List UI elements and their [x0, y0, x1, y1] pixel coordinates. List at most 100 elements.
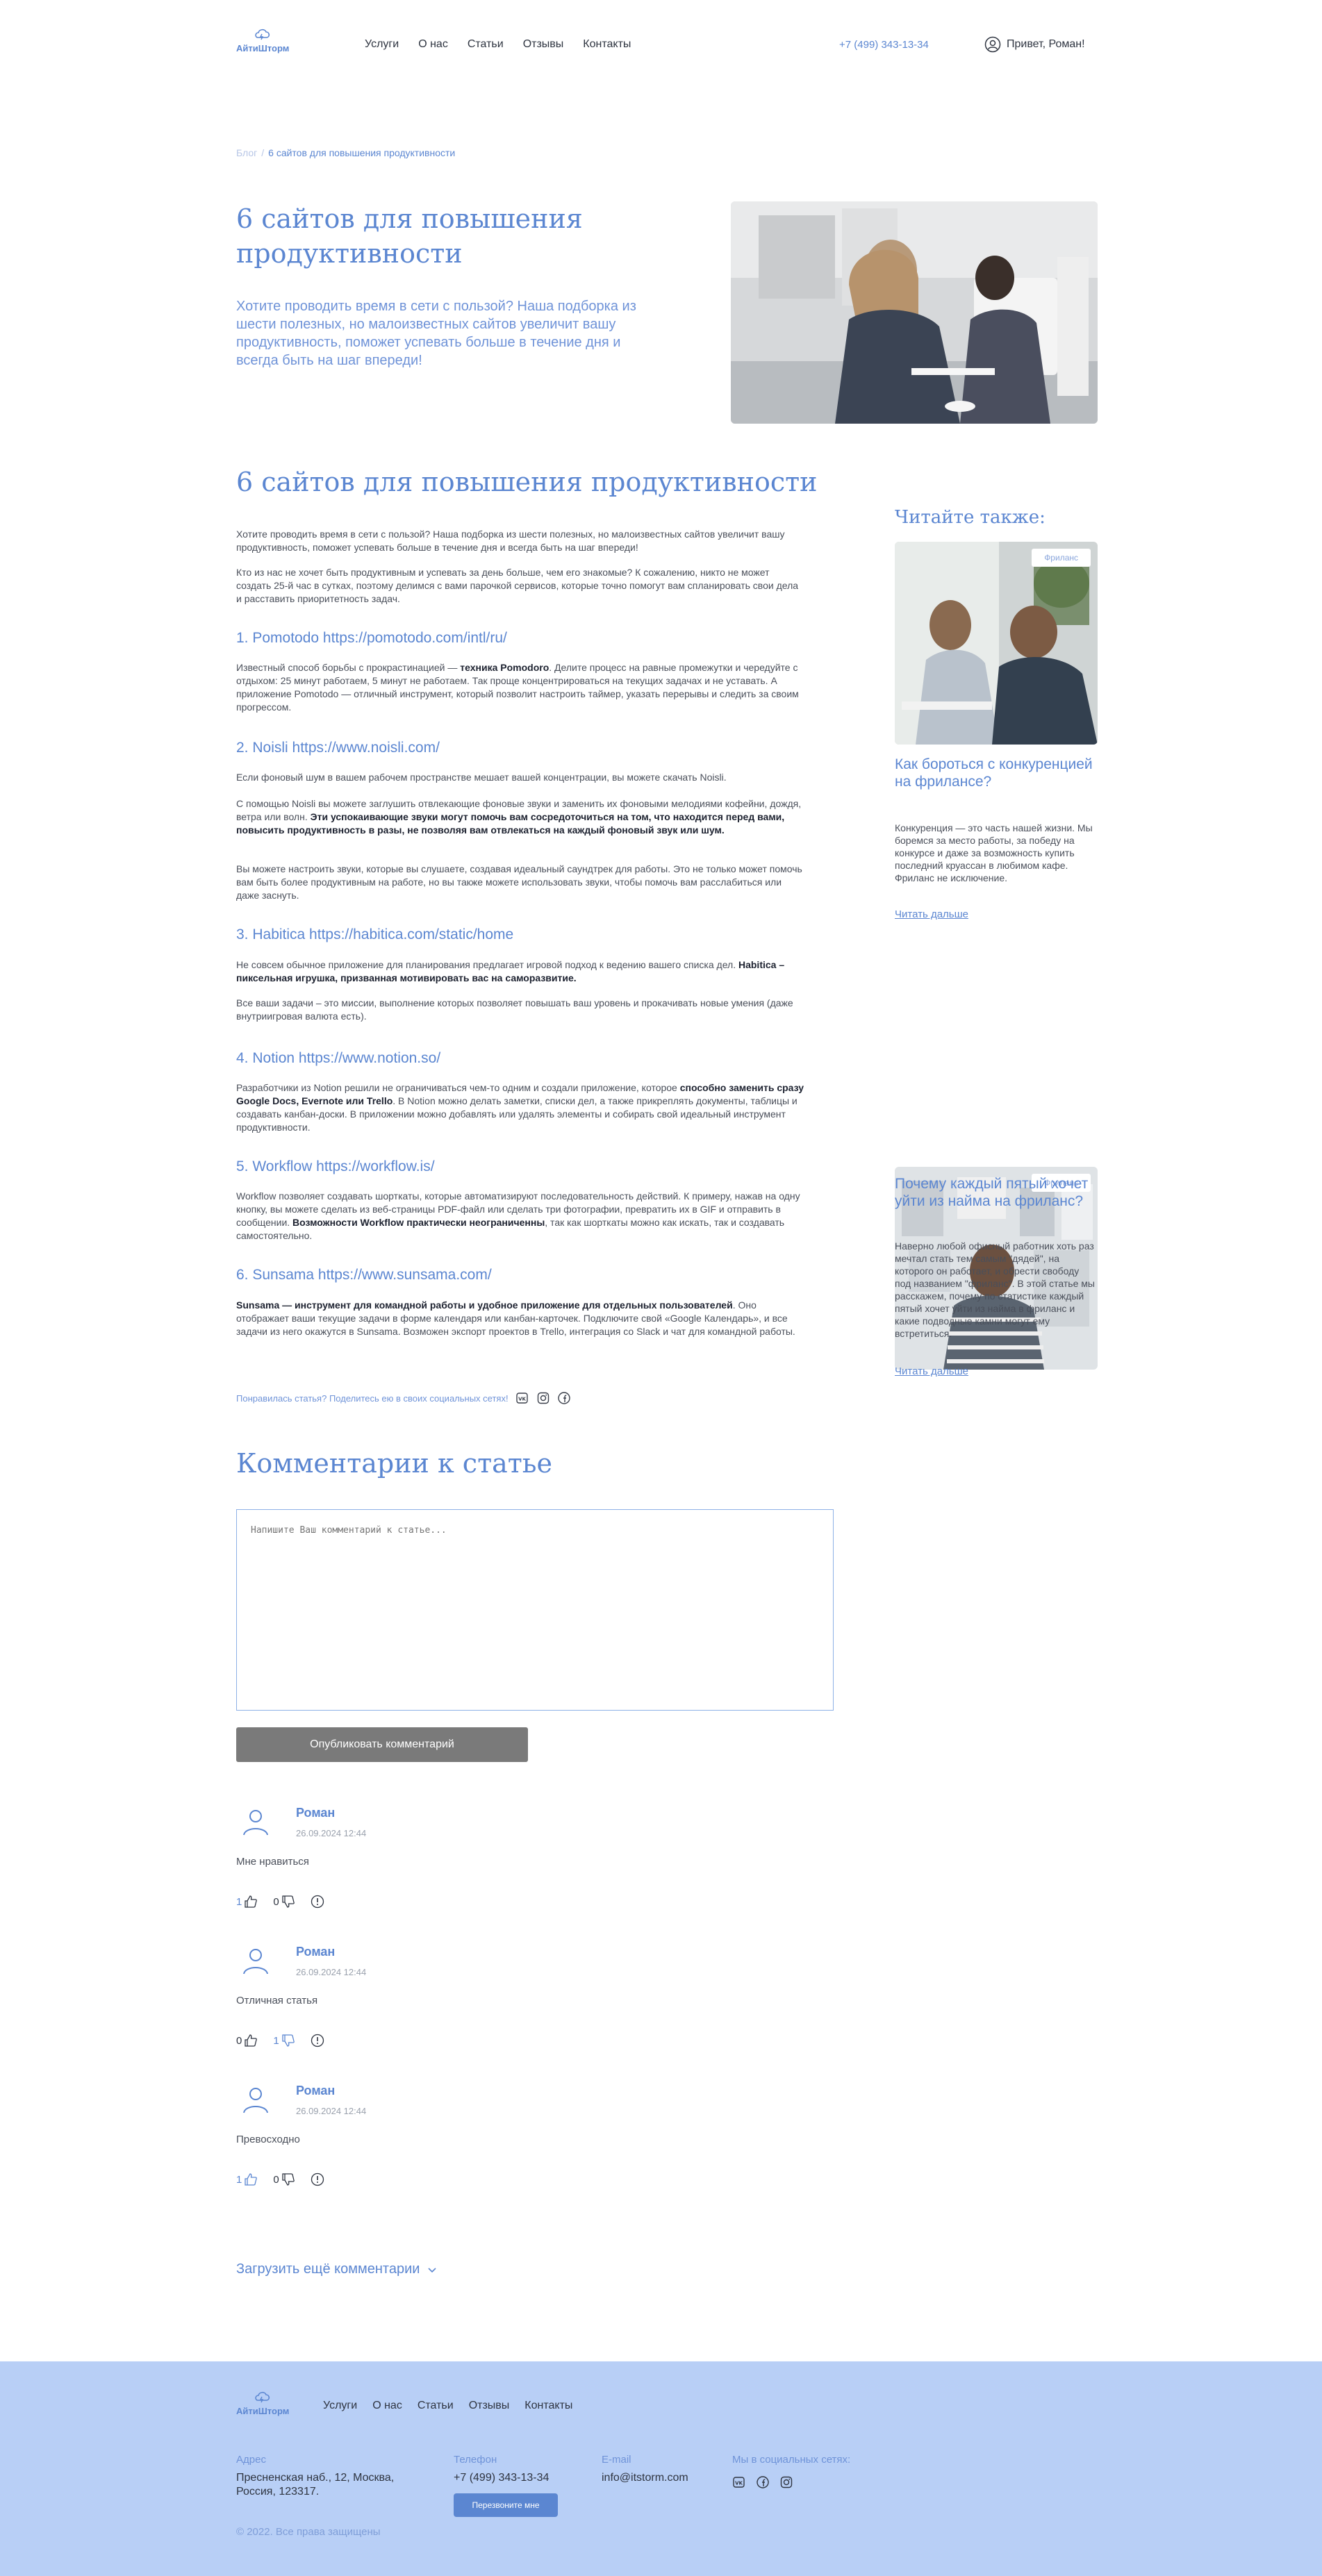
- user-icon: [984, 36, 1001, 53]
- section-1-text: Известный способ борьбы с прокрастинацие…: [236, 662, 799, 713]
- like-button[interactable]: 1: [236, 1895, 258, 1909]
- nav-reviews[interactable]: Отзывы: [523, 38, 564, 51]
- related-card-1-read-more[interactable]: Читать дальше: [895, 908, 968, 920]
- footer-nav-reviews[interactable]: Отзывы: [469, 2400, 510, 2412]
- logo-icon: [255, 2391, 270, 2403]
- social-label: Мы в социальных сетях:: [732, 2454, 851, 2466]
- phone-value[interactable]: +7 (499) 343-13-34: [454, 2471, 549, 2485]
- nav-contacts[interactable]: Контакты: [583, 38, 631, 51]
- breadcrumb: Блог/6 сайтов для повышения продуктивнос…: [236, 147, 456, 158]
- section-2-text-3: Вы можете настроить звуки, которые вы сл…: [236, 863, 802, 901]
- comment-actions: 1 0: [236, 2172, 324, 2186]
- related-card-2-text: Наверно любой офисный работник хоть раз …: [895, 1240, 1095, 1339]
- footer-social: VK: [732, 2475, 793, 2489]
- avatar-icon: [243, 2088, 268, 2113]
- instagram-icon[interactable]: [536, 1391, 550, 1405]
- dislike-button[interactable]: 0: [273, 2172, 295, 2186]
- section-6-text: Sunsama — инструмент для командной работ…: [236, 1299, 795, 1337]
- thumb-down-icon: [282, 2034, 295, 2047]
- comment-text: Превосходно: [236, 2134, 300, 2145]
- footer-nav: Услуги О нас Статьи Отзывы Контакты: [323, 2400, 572, 2412]
- footer-nav-about[interactable]: О нас: [372, 2400, 402, 2412]
- related-card-2-title[interactable]: Почему каждый пятый хочет уйти из найма …: [895, 1175, 1098, 1210]
- footer: АйтиШторм Услуги О нас Статьи Отзывы Кон…: [0, 2361, 1322, 2576]
- section-5-title: 5. Workflow https://workflow.is/: [236, 1158, 435, 1174]
- vk-icon[interactable]: VK: [732, 2475, 746, 2489]
- section-2-text-2: С помощью Noisli вы можете заглушить отв…: [236, 798, 802, 836]
- report-button[interactable]: [311, 2172, 324, 2186]
- comment-actions: 0 1: [236, 2034, 324, 2047]
- footer-nav-services[interactable]: Услуги: [323, 2400, 357, 2412]
- header-phone[interactable]: +7 (499) 343-13-34: [839, 39, 929, 51]
- nav-articles[interactable]: Статьи: [468, 38, 504, 51]
- load-more-label: Загрузить ещё комментарии: [236, 2261, 420, 2277]
- load-more-comments[interactable]: Загрузить ещё комментарии: [236, 2261, 438, 2277]
- related-card-1-title[interactable]: Как бороться с конкуренцией на фрилансе?: [895, 756, 1098, 790]
- article-intro-2: Кто из нас не хочет быть продуктивным и …: [236, 567, 799, 604]
- thumb-up-icon: [245, 1895, 258, 1908]
- section-1-title: 1. Pomotodo https://pomotodo.com/intl/ru…: [236, 630, 507, 646]
- like-button[interactable]: 0: [236, 2034, 258, 2047]
- related-card-1-text: Конкуренция — это часть нашей жизни. Мы …: [895, 822, 1093, 883]
- section-5-text: Workflow позволяет создавать шорткаты, к…: [236, 1190, 800, 1241]
- section-3-text-2: Все ваши задачи – это миссии, выполнение…: [236, 997, 793, 1022]
- comment-date: 26.09.2024 12:44: [296, 2106, 367, 2116]
- facebook-icon[interactable]: [756, 2475, 770, 2489]
- avatar-icon: [243, 1810, 268, 1836]
- like-button[interactable]: 1: [236, 2172, 258, 2186]
- vk-icon[interactable]: VK: [515, 1391, 529, 1405]
- related-card-1-image[interactable]: Фриланс: [895, 542, 1098, 745]
- comment-author: Роман: [296, 1806, 336, 1820]
- callback-button[interactable]: Перезвоните мне: [454, 2493, 558, 2517]
- header-logo[interactable]: АйтиШторм: [236, 26, 289, 53]
- hero-lead: Хотите проводить время в сети с пользой?…: [236, 299, 636, 368]
- comment-author: Роман: [296, 1945, 336, 1959]
- chevron-down-icon: [428, 2267, 437, 2272]
- footer-nav-contacts[interactable]: Контакты: [524, 2400, 572, 2412]
- section-3-title: 3. Habitica https://habitica.com/static/…: [236, 926, 514, 942]
- thumb-up-icon: [245, 2034, 258, 2047]
- info-icon: [311, 2034, 324, 2047]
- instagram-icon[interactable]: [779, 2475, 793, 2489]
- breadcrumb-blog[interactable]: Блог: [236, 147, 257, 158]
- hero-image: [731, 201, 1098, 424]
- comment-input[interactable]: [236, 1509, 834, 1711]
- section-4-title: 4. Notion https://www.notion.so/: [236, 1050, 441, 1066]
- comment-text: Отличная статья: [236, 1995, 318, 2006]
- card-1-tag[interactable]: Фриланс: [1032, 549, 1091, 567]
- article-intro: Хотите проводить время в сети с пользой?…: [236, 529, 785, 553]
- nav-services[interactable]: Услуги: [365, 38, 399, 51]
- info-icon: [311, 1895, 324, 1909]
- report-button[interactable]: [311, 2034, 324, 2047]
- logo-icon: [255, 28, 270, 40]
- comment-item: Роман 26.09.2024 12:44 Превосходно 1 0: [236, 2077, 861, 2188]
- hero-title: 6 сайтов для повышения продуктивности: [236, 203, 583, 269]
- dislike-button[interactable]: 0: [273, 1895, 295, 1909]
- report-button[interactable]: [311, 1895, 324, 1909]
- thumb-up-icon: [245, 2173, 258, 2186]
- footer-nav-articles[interactable]: Статьи: [418, 2400, 454, 2412]
- info-icon: [311, 2172, 324, 2186]
- facebook-icon[interactable]: [557, 1391, 571, 1405]
- footer-logo-text: АйтиШторм: [236, 2406, 290, 2416]
- related-card-2-read-more[interactable]: Читать дальше: [895, 1365, 968, 1377]
- footer-logo[interactable]: АйтиШторм: [236, 2389, 289, 2416]
- nav-about[interactable]: О нас: [418, 38, 448, 51]
- email-value[interactable]: info@itstorm.com: [602, 2471, 688, 2485]
- email-label: E-mail: [602, 2454, 631, 2466]
- thumb-down-icon: [282, 1895, 295, 1908]
- phone-label: Телефон: [454, 2454, 497, 2466]
- comments-title: Комментарии к статье: [236, 1448, 552, 1479]
- copyright: © 2022. Все права защищены: [236, 2526, 381, 2538]
- section-2-text-1: Если фоновый шум в вашем рабочем простра…: [236, 772, 727, 783]
- section-4-text: Разработчики из Notion решили не огранич…: [236, 1082, 804, 1133]
- thumb-down-icon: [282, 2173, 295, 2186]
- user-greeting: Привет, Роман!: [1007, 38, 1085, 50]
- user-menu[interactable]: Привет, Роман!: [984, 36, 1085, 53]
- dislike-button[interactable]: 1: [273, 2034, 295, 2047]
- publish-comment-button[interactable]: Опубликовать комментарий: [236, 1727, 528, 1762]
- sidebar-title: Читайте также:: [895, 507, 1046, 528]
- comment-item: Роман 26.09.2024 12:44 Мне нравиться 1 0: [236, 1799, 861, 1910]
- main-nav: Услуги О нас Статьи Отзывы Контакты: [365, 38, 631, 51]
- comment-item: Роман 26.09.2024 12:44 Отличная статья 0…: [236, 1938, 861, 2049]
